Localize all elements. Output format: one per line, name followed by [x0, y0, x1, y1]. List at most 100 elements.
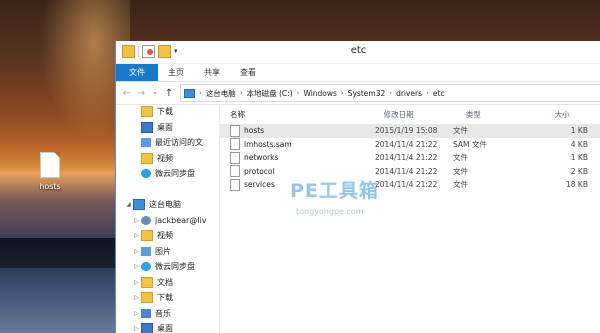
breadcrumb-system32[interactable]: System32 — [348, 89, 386, 98]
desktop-icon — [141, 323, 153, 333]
file-name: networks — [244, 153, 279, 163]
music-folder-icon — [141, 308, 151, 318]
nav-item[interactable]: 桌面 — [116, 120, 219, 136]
file-icon — [230, 178, 240, 191]
desktop-icon-label: hosts — [39, 182, 61, 191]
nav-item[interactable]: ▷ 文档 — [116, 275, 219, 291]
file-name: lmhosts.sam — [244, 139, 292, 149]
recent-locations-icon[interactable]: ▾ — [148, 90, 162, 97]
sea — [0, 268, 120, 333]
breadcrumb-etc[interactable]: etc — [433, 89, 445, 98]
tab-file[interactable]: 文件 — [116, 64, 158, 81]
title-bar: ▾ etc — [116, 41, 600, 64]
recent-icon — [141, 138, 151, 148]
folder-download-icon — [141, 106, 153, 118]
file-row[interactable]: hosts 2015/1/19 15:08 文件 1 KB — [220, 124, 600, 138]
tab-share[interactable]: 共享 — [194, 64, 230, 81]
expand-arrow-icon[interactable]: ▷ — [132, 310, 141, 317]
watermark-text: PE工具箱 — [290, 180, 379, 202]
file-name-cell: networks — [220, 151, 375, 164]
window-body: 下载 桌面 最近访问的文 视频 微云同步盘 ◢ 这台电脑 ▷ jackbear@liv ▷ 视频 ▷ 图… — [116, 104, 600, 333]
file-date: 2015/1/19 15:08 — [375, 126, 438, 136]
expand-arrow-icon[interactable]: ▷ — [132, 279, 141, 286]
file-icon — [40, 152, 60, 178]
expand-arrow-icon[interactable]: ▷ — [132, 232, 141, 239]
nav-item[interactable]: ▷ 桌面 — [116, 321, 219, 333]
nav-item[interactable]: ▷ 微云同步盘 — [116, 259, 219, 275]
nav-item-label: 文档 — [157, 277, 173, 287]
nav-item-label: 下载 — [157, 293, 173, 303]
file-name-cell: hosts — [220, 124, 375, 137]
address-bar[interactable]: › 这台电脑 › 本地磁盘 (C:) › Windows › System32 … — [180, 84, 600, 102]
explorer-window: ▾ etc 文件 主页 共享 查看 ← → ▾ ↑ › 这台电脑 › 本地磁盘 … — [115, 41, 600, 333]
breadcrumb-separator: › — [296, 89, 300, 97]
file-size: 2 KB — [570, 166, 588, 176]
nav-item[interactable]: ▷ 音乐 — [116, 306, 219, 322]
file-type: 文件 — [453, 126, 468, 136]
nav-item[interactable]: 最近访问的文 — [116, 135, 219, 151]
expand-arrow-icon[interactable]: ▷ — [132, 217, 141, 224]
expand-arrow-icon[interactable]: ▷ — [132, 248, 141, 255]
breadcrumb-local-disk[interactable]: 本地磁盘 (C:) — [247, 88, 293, 99]
file-size: 4 KB — [570, 139, 588, 149]
desktop-file-hosts[interactable]: hosts — [30, 152, 70, 191]
file-icon — [230, 151, 240, 164]
computer-icon — [184, 88, 195, 98]
breadcrumb-this-pc[interactable]: 这台电脑 — [206, 88, 236, 99]
nav-item[interactable]: 下载 — [116, 104, 219, 120]
file-icon — [230, 165, 240, 178]
back-arrow-icon[interactable]: ← — [120, 88, 134, 99]
file-name: services — [244, 180, 275, 190]
computer-icon — [133, 199, 145, 211]
file-name: hosts — [244, 126, 265, 136]
breadcrumb-separator: › — [199, 89, 202, 97]
nav-item-label: 桌面 — [157, 122, 173, 132]
expand-arrow-icon[interactable]: ▷ — [132, 325, 141, 332]
nav-item-label: 视频 — [157, 231, 173, 241]
file-date: 2014/11/4 21:22 — [375, 166, 438, 176]
file-row[interactable]: networks 2014/11/4 21:22 文件 1 KB — [220, 151, 600, 165]
file-icon — [230, 124, 240, 137]
nav-item[interactable]: ◢ 这台电脑 — [116, 197, 219, 213]
column-size[interactable]: 大小 — [545, 109, 600, 120]
tab-view[interactable]: 查看 — [230, 64, 266, 81]
nav-item[interactable]: 微云同步盘 — [116, 166, 219, 182]
nav-item[interactable]: ▷ 下载 — [116, 290, 219, 306]
ribbon-tabs: 文件 主页 共享 查看 — [116, 64, 600, 82]
nav-item-label: jackbear@liv — [155, 215, 207, 225]
video-folder-icon — [141, 230, 153, 242]
file-size: 1 KB — [570, 153, 588, 163]
column-type[interactable]: 类型 — [456, 109, 545, 120]
file-date: 2014/11/4 21:22 — [375, 139, 438, 149]
nav-item-label: 这台电脑 — [149, 200, 181, 210]
expand-arrow-icon[interactable]: ▷ — [132, 263, 141, 270]
up-arrow-icon[interactable]: ↑ — [162, 88, 176, 99]
breadcrumb-windows[interactable]: Windows — [303, 89, 336, 98]
breadcrumb-separator: › — [239, 89, 243, 97]
expand-arrow-icon[interactable]: ▷ — [132, 294, 141, 301]
nav-item-label: 微云同步盘 — [155, 262, 195, 272]
file-row[interactable]: lmhosts.sam 2014/11/4 21:22 SAM 文件 4 KB — [220, 138, 600, 152]
video-folder-icon — [141, 152, 153, 164]
desktop-icon — [141, 121, 153, 133]
forward-arrow-icon[interactable]: → — [134, 88, 148, 99]
tab-home[interactable]: 主页 — [158, 64, 194, 81]
nav-item[interactable]: 视频 — [116, 151, 219, 167]
column-date-modified[interactable]: 修改日期 — [374, 109, 456, 120]
navigation-pane: 下载 桌面 最近访问的文 视频 微云同步盘 ◢ 这台电脑 ▷ jackbear@liv ▷ 视频 ▷ 图… — [116, 104, 220, 333]
breadcrumb-drivers[interactable]: drivers — [396, 89, 422, 98]
breadcrumb-separator: › — [426, 89, 429, 97]
expand-arrow-icon[interactable]: ◢ — [124, 201, 133, 208]
navigation-bar: ← → ▾ ↑ › 这台电脑 › 本地磁盘 (C:) › Windows › S… — [116, 82, 600, 105]
file-type: SAM 文件 — [453, 139, 487, 149]
file-date: 2014/11/4 21:22 — [375, 180, 438, 190]
column-name[interactable]: 名称 — [220, 109, 374, 120]
nav-item[interactable]: ▷ 图片 — [116, 244, 219, 260]
breadcrumb-separator: › — [389, 89, 393, 97]
nav-item-label: 图片 — [155, 246, 171, 256]
cloud-icon — [141, 262, 151, 272]
nav-item[interactable]: ▷ 视频 — [116, 228, 219, 244]
file-row[interactable]: protocol 2014/11/4 21:22 文件 2 KB — [220, 165, 600, 179]
file-row[interactable]: services 2014/11/4 21:22 文件 18 KB — [220, 178, 600, 192]
nav-item[interactable]: ▷ jackbear@liv — [116, 213, 219, 229]
